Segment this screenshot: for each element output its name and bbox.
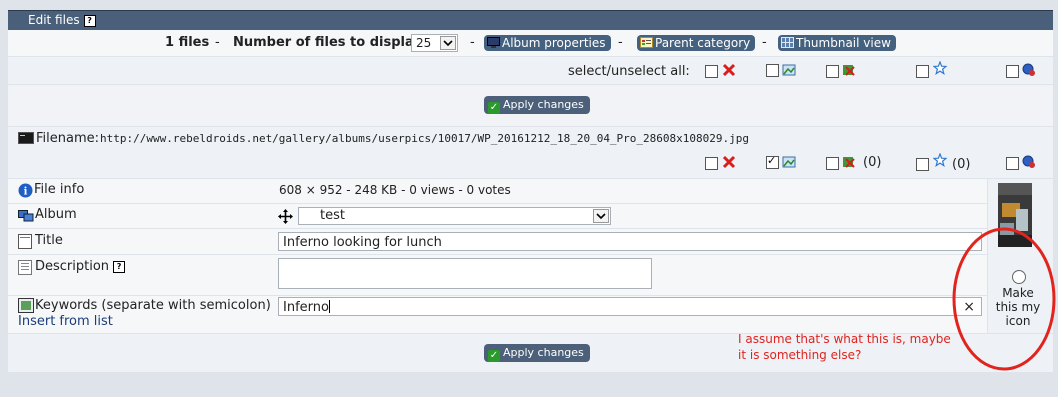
apply-changes-label: Apply changes (503, 98, 584, 111)
star-count: (0) (952, 157, 971, 172)
check-icon: ✓ (488, 102, 500, 114)
thumbnail-view-label: Thumbnail view (796, 36, 891, 50)
description-icon (18, 260, 32, 275)
album-select[interactable]: test (298, 207, 611, 225)
thumbnail-grid-icon (781, 37, 794, 48)
help-icon[interactable]: ? (83, 14, 96, 27)
panel-title: Edit files (28, 13, 80, 27)
files-per-page-value: 25 (416, 36, 432, 50)
keywords-input[interactable]: Inferno × (278, 297, 982, 316)
title-value: Inferno looking for lunch (283, 235, 442, 250)
panel-header: Edit files? (8, 10, 1053, 30)
select-all-label: select/unselect all: (568, 64, 690, 79)
description-row: Description? (8, 255, 987, 296)
album-selected-value: test (320, 208, 345, 223)
category-icon (640, 37, 653, 48)
annotation-note: I assume that's what this is, maybe it i… (738, 331, 951, 363)
chevron-down-icon (440, 36, 456, 50)
star-outline-icon (933, 153, 947, 167)
move-arrows-icon[interactable] (278, 209, 293, 224)
star-outline-icon (933, 61, 947, 75)
annotation-circle (952, 227, 1056, 371)
album-icon (18, 210, 34, 222)
check-icon: ✓ (488, 350, 500, 362)
title-input[interactable]: Inferno looking for lunch (278, 232, 982, 251)
monitor-icon (487, 37, 500, 48)
parent-category-label: Parent category (655, 36, 751, 50)
separator: - (470, 35, 475, 50)
select-all-flag-checkbox[interactable] (826, 65, 839, 78)
select-all-image-checkbox[interactable] (766, 64, 779, 77)
parent-category-button[interactable]: Parent category (637, 35, 756, 51)
filename-label: Filename: (36, 131, 100, 146)
files-per-page-select[interactable]: 25 (411, 34, 458, 52)
description-label: Description? (35, 259, 126, 274)
globe-search-icon (1022, 155, 1035, 168)
description-textarea[interactable] (278, 258, 652, 289)
select-all-row: select/unselect all: (8, 57, 1053, 84)
delete-checkbox[interactable] (705, 157, 718, 170)
help-icon[interactable]: ? (113, 260, 126, 273)
terminal-icon (18, 132, 34, 144)
apply-changes-button-top[interactable]: ✓ Apply changes (484, 96, 590, 114)
annotation-line: it is something else? (738, 348, 862, 362)
keywords-icon (18, 298, 34, 313)
select-all-star-checkbox[interactable] (916, 65, 929, 78)
description-label-text: Description (35, 259, 110, 274)
image-edit-icon (782, 64, 796, 76)
info-icon: i (18, 183, 33, 198)
edit-files-panel: Edit files? 1 files - Number of files to… (0, 0, 1058, 397)
svg-text:i: i (24, 187, 28, 198)
text-cursor (328, 300, 330, 313)
thumbnail-view-button[interactable]: Thumbnail view (778, 35, 896, 51)
title-row: Title Inferno looking for lunch (8, 229, 987, 255)
delete-x-icon (722, 155, 736, 169)
album-row: Album test (8, 204, 987, 229)
annotation-line: I assume that's what this is, maybe (738, 332, 951, 346)
filename-value: http://www.rebeldroids.net/gallery/album… (100, 132, 750, 145)
filename-row: Filename: http://www.rebeldroids.net/gal… (8, 127, 1053, 178)
files-toolbar: 1 files - Number of files to display 25 … (8, 30, 1053, 56)
reset-flag-icon (843, 65, 855, 76)
apply-changes-button-bottom[interactable]: ✓ Apply changes (484, 344, 590, 362)
album-properties-label: Album properties (502, 36, 606, 50)
select-all-globe-checkbox[interactable] (1006, 65, 1019, 78)
separator: - (762, 35, 767, 50)
reset-flag-icon (843, 157, 855, 168)
flag-count: (0) (863, 155, 882, 170)
select-all-delete-checkbox[interactable] (705, 65, 718, 78)
file-info-label: File info (34, 182, 85, 197)
keywords-value: Inferno (283, 300, 329, 315)
image-edit-icon (782, 156, 796, 168)
album-label: Album (35, 207, 77, 222)
album-properties-button[interactable]: Album properties (484, 35, 611, 51)
separator: - (618, 35, 623, 50)
keywords-row: Keywords (separate with semicolon) Inser… (8, 296, 987, 334)
reset-flag-checkbox[interactable] (826, 157, 839, 170)
globe-checkbox[interactable] (1006, 157, 1019, 170)
file-count: 1 files (165, 35, 210, 50)
insert-from-list-link[interactable]: Insert from list (18, 314, 113, 329)
keywords-label: Keywords (separate with semicolon) (35, 298, 271, 313)
apply-changes-label: Apply changes (503, 346, 584, 359)
file-info-value: 608 × 952 - 248 KB - 0 views - 0 votes (279, 183, 511, 197)
title-label: Title (35, 233, 63, 248)
file-info-row: i File info 608 × 952 - 248 KB - 0 views… (8, 179, 987, 204)
apply-row-top: ✓ Apply changes (8, 85, 1053, 126)
chevron-down-icon (593, 209, 609, 223)
globe-search-icon (1022, 63, 1035, 76)
delete-x-icon (722, 63, 736, 77)
files-per-page-label: Number of files to display (233, 35, 422, 50)
image-checkbox[interactable] (766, 154, 779, 169)
separator: - (215, 35, 220, 50)
star-checkbox[interactable] (916, 158, 929, 171)
title-icon (18, 234, 32, 249)
